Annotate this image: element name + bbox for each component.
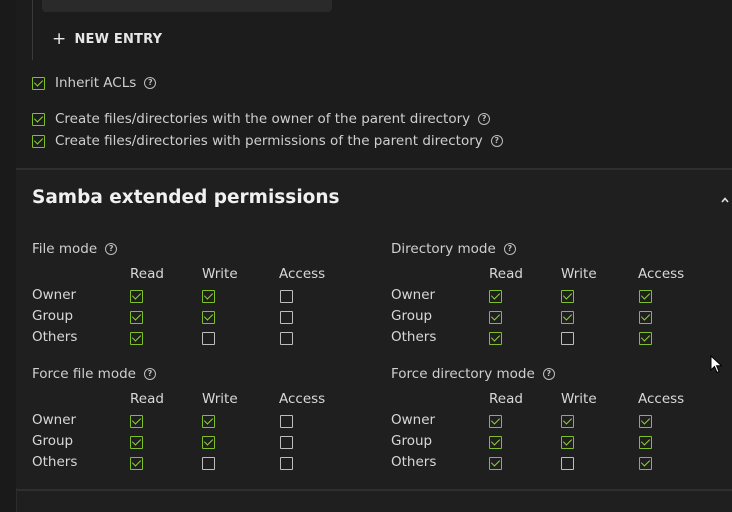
permission-checkbox[interactable] <box>639 311 652 324</box>
column-header: Access <box>638 266 685 282</box>
new-entry-button[interactable]: + NEW ENTRY <box>52 29 162 49</box>
section-divider <box>16 489 732 491</box>
permission-checkbox[interactable] <box>489 415 502 428</box>
mode-title: Force file mode? <box>32 366 156 382</box>
inherit-acls-checkbox[interactable] <box>32 76 45 90</box>
row-label: Group <box>32 433 74 449</box>
permission-checkbox[interactable] <box>280 457 293 470</box>
permission-checkbox[interactable] <box>561 311 574 324</box>
permission-checkbox[interactable] <box>561 332 574 345</box>
help-icon[interactable]: ? <box>143 368 156 380</box>
permission-checkbox[interactable] <box>489 457 502 470</box>
row-label: Others <box>391 454 437 470</box>
permission-checkbox[interactable] <box>130 311 143 324</box>
permission-checkbox[interactable] <box>561 290 574 303</box>
mode-title-label: File mode <box>32 241 98 257</box>
row-label: Others <box>32 454 78 470</box>
chevron-up-icon[interactable] <box>721 196 729 204</box>
permission-checkbox[interactable] <box>639 436 652 449</box>
inherit-acls-label: Inherit ACLs <box>55 75 137 91</box>
column-header: Access <box>279 266 326 282</box>
row-label: Others <box>32 329 78 345</box>
column-header: Write <box>561 391 597 407</box>
row-label: Group <box>391 433 433 449</box>
permissions-parent-option[interactable]: Create files/directories with permission… <box>32 132 503 150</box>
mode-title: File mode? <box>32 241 118 257</box>
mode-title-label: Force directory mode <box>391 366 535 382</box>
permission-checkbox[interactable] <box>639 332 652 345</box>
row-label: Group <box>32 308 74 324</box>
row-label: Owner <box>391 412 436 428</box>
permission-checkbox[interactable] <box>639 415 652 428</box>
permission-checkbox[interactable] <box>130 457 143 470</box>
permission-checkbox[interactable] <box>130 436 143 449</box>
page: + NEW ENTRY Inherit ACLs ? Create files/… <box>0 0 732 512</box>
permission-checkbox[interactable] <box>561 457 574 470</box>
owner-parent-checkbox[interactable] <box>32 112 45 126</box>
row-label: Owner <box>32 412 77 428</box>
column-header: Read <box>130 391 164 407</box>
permission-checkbox[interactable] <box>561 415 574 428</box>
help-icon[interactable]: ? <box>144 77 157 89</box>
row-label: Others <box>391 329 437 345</box>
permission-checkbox[interactable] <box>202 415 215 428</box>
permission-checkbox[interactable] <box>561 436 574 449</box>
permission-checkbox[interactable] <box>202 457 215 470</box>
row-label: Owner <box>32 287 77 303</box>
mode-title-label: Force file mode <box>32 366 136 382</box>
new-entry-label: NEW ENTRY <box>74 31 163 47</box>
permission-checkbox[interactable] <box>489 290 502 303</box>
permission-checkbox[interactable] <box>202 311 215 324</box>
permission-checkbox[interactable] <box>130 290 143 303</box>
help-icon[interactable]: ? <box>478 113 491 125</box>
owner-parent-label: Create files/directories with the owner … <box>55 111 471 127</box>
permission-checkbox[interactable] <box>489 311 502 324</box>
column-header: Write <box>561 266 597 282</box>
column-header: Write <box>202 266 238 282</box>
help-icon[interactable]: ? <box>503 243 516 255</box>
permission-checkbox[interactable] <box>639 290 652 303</box>
inherit-acls-option[interactable]: Inherit ACLs ? <box>32 74 157 92</box>
permission-checkbox[interactable] <box>280 415 293 428</box>
permission-checkbox[interactable] <box>280 311 293 324</box>
permission-checkbox[interactable] <box>130 415 143 428</box>
samba-section-title: Samba extended permissions <box>32 187 340 208</box>
permission-checkbox[interactable] <box>639 457 652 470</box>
mode-title: Directory mode? <box>391 241 516 257</box>
help-icon[interactable]: ? <box>490 135 503 147</box>
permission-checkbox[interactable] <box>280 290 293 303</box>
owner-parent-option[interactable]: Create files/directories with the owner … <box>32 110 491 128</box>
permission-checkbox[interactable] <box>202 436 215 449</box>
column-header: Write <box>202 391 238 407</box>
mode-title-label: Directory mode <box>391 241 496 257</box>
row-label: Group <box>391 308 433 324</box>
column-header: Access <box>638 391 685 407</box>
help-icon[interactable]: ? <box>105 243 118 255</box>
column-header: Read <box>489 391 523 407</box>
permission-checkbox[interactable] <box>202 332 215 345</box>
mode-title: Force directory mode? <box>391 366 555 382</box>
permissions-parent-label: Create files/directories with permission… <box>55 133 483 149</box>
samba-section <box>16 170 732 488</box>
column-header: Read <box>130 266 164 282</box>
permissions-parent-checkbox[interactable] <box>32 134 45 148</box>
permission-checkbox[interactable] <box>489 436 502 449</box>
acl-entry-guide <box>32 0 33 60</box>
help-icon[interactable]: ? <box>542 368 555 380</box>
row-label: Owner <box>391 287 436 303</box>
permission-checkbox[interactable] <box>280 332 293 345</box>
permission-checkbox[interactable] <box>280 436 293 449</box>
column-header: Access <box>279 391 326 407</box>
left-rail <box>0 0 17 512</box>
permission-checkbox[interactable] <box>202 290 215 303</box>
mouse-cursor-icon <box>710 355 723 374</box>
plus-icon: + <box>52 28 67 49</box>
column-header: Read <box>489 266 523 282</box>
permission-checkbox[interactable] <box>489 332 502 345</box>
acl-entry-input[interactable] <box>42 0 332 12</box>
permission-checkbox[interactable] <box>130 332 143 345</box>
